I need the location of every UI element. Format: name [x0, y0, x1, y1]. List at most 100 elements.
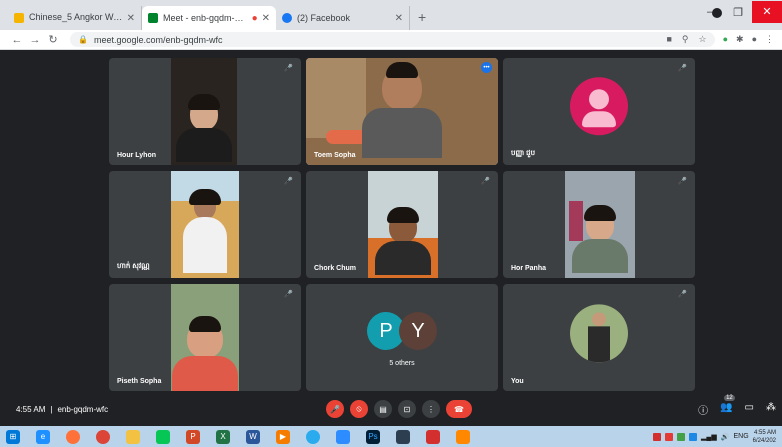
more-options-icon[interactable]: ⋮	[422, 400, 440, 418]
tray-app-icon[interactable]	[689, 432, 698, 441]
extension-icon[interactable]: ●	[723, 34, 728, 45]
taskbar-app[interactable]	[150, 428, 176, 445]
minimize-icon[interactable]: –	[696, 6, 724, 18]
participant-tile[interactable]: 🎤 Hor Panha	[503, 171, 695, 278]
taskbar-clock[interactable]: 4:55 AM 6/24/202	[753, 429, 776, 445]
puzzle-icon[interactable]: ✱	[736, 34, 744, 45]
people-icon[interactable]: 👥 12	[720, 395, 735, 417]
participant-tile[interactable]: 🎤 បញ្ញា ជួប	[503, 58, 695, 165]
volume-icon[interactable]: 🔊	[721, 433, 730, 441]
participant-name: ហាក់ សុវណ្ណ	[117, 263, 150, 270]
hair	[188, 94, 220, 110]
activities-icon[interactable]: ⁂	[766, 402, 776, 417]
meeting-details: 4:55 AM | enb-gqdm-wfc	[16, 405, 108, 414]
meeting-time: 4:55 AM	[16, 405, 46, 414]
taskbar-app[interactable]: Ps	[360, 428, 386, 445]
word-icon: W	[246, 429, 260, 444]
tab-chinese[interactable]: Chinese_5 Angkor Wat: សិស្ស... ✕	[8, 6, 142, 30]
participant-name: បញ្ញា ជួប	[511, 150, 536, 157]
participant-tile[interactable]: 🎤 Hour Lyhon	[109, 58, 301, 165]
participant-tile[interactable]: 🎤 Piseth Sopha	[109, 284, 301, 391]
participant-tile[interactable]: 🎤 ហាក់ សុវណ្ណ	[109, 171, 301, 278]
close-window-icon[interactable]: ✕	[752, 1, 782, 23]
video-feed	[171, 171, 239, 278]
clock-date: 6/24/202	[752, 437, 776, 444]
network-icon[interactable]: ▂▄▆	[701, 433, 717, 441]
person	[572, 205, 628, 273]
photo-figure	[592, 311, 606, 326]
taskbar-app[interactable]	[450, 428, 476, 445]
person	[172, 316, 238, 391]
new-tab-button[interactable]: +	[410, 9, 434, 30]
acrobat-icon	[426, 429, 440, 444]
participant-tile[interactable]: 🎤 Chork Chum	[306, 171, 498, 278]
bookmark-star-icon[interactable]: ☆	[699, 34, 707, 45]
file-explorer-icon	[126, 429, 140, 444]
tab-facebook[interactable]: (2) Facebook ✕	[276, 6, 410, 30]
taskbar-app[interactable]: P	[180, 428, 206, 445]
taskbar-app[interactable]	[90, 428, 116, 445]
leave-call-icon[interactable]: ☎	[446, 400, 472, 418]
menu-icon[interactable]: ⋮	[765, 34, 774, 45]
mic-off-icon: 🎤	[284, 291, 293, 298]
tray-app-icon[interactable]	[653, 432, 662, 441]
taskbar-app[interactable]: W	[240, 428, 266, 445]
zoom-icon[interactable]: ⚲	[682, 34, 689, 45]
call-controls-bar: 4:55 AM | enb-gqdm-wfc 🎤 ⦸ ▤ ⊡ ⋮ ☎ ⓘ 👥 12…	[0, 394, 782, 426]
avatar-icon[interactable]: ●	[752, 34, 757, 45]
taskbar-app[interactable]	[60, 428, 86, 445]
tab-title: Meet - enb-gqdm-wfc	[163, 13, 248, 23]
participant-tile[interactable]: ••• Toem Sopha	[306, 58, 498, 165]
taskbar-app[interactable]	[300, 428, 326, 445]
shirt	[362, 108, 442, 158]
avatar-body	[582, 110, 616, 127]
present-screen-icon[interactable]: ⊡	[398, 400, 416, 418]
forward-icon[interactable]: →	[26, 34, 44, 46]
tray-app-icon[interactable]	[665, 432, 674, 441]
mic-off-icon: 🎤	[284, 178, 293, 185]
participant-tile-self[interactable]: 🎤 You	[503, 284, 695, 391]
back-icon[interactable]: ←	[8, 34, 26, 46]
participant-name: Toem Sopha	[314, 152, 356, 159]
video-feed	[565, 171, 635, 278]
mic-toggle-icon[interactable]: 🎤	[326, 400, 344, 418]
powerpoint-icon: P	[186, 429, 200, 444]
others-count-label: 5 others	[389, 360, 415, 367]
taskbar-app[interactable]	[330, 428, 356, 445]
language-indicator[interactable]: ENG	[733, 433, 748, 440]
tab-meet[interactable]: Meet - enb-gqdm-wfc ● ✕	[142, 6, 276, 30]
participant-name: Hour Lyhon	[117, 152, 157, 159]
camera-toggle-icon[interactable]: ⦸	[350, 400, 368, 418]
angkor-favicon-icon	[14, 13, 24, 23]
close-tab-icon[interactable]: ✕	[395, 13, 403, 24]
shirt	[172, 356, 238, 391]
taskbar-app[interactable]	[120, 428, 146, 445]
taskbar-app[interactable]	[420, 428, 446, 445]
meeting-code: enb-gqdm-wfc	[57, 405, 109, 414]
taskbar-app[interactable]: e	[30, 428, 56, 445]
tray-app-icon[interactable]	[677, 432, 686, 441]
mic-off-icon: 🎤	[678, 65, 687, 72]
close-tab-icon[interactable]: ✕	[262, 13, 270, 24]
extensions: ● ✱ ● ⋮	[723, 34, 774, 45]
chat-icon[interactable]: ▭	[745, 402, 754, 417]
reload-icon[interactable]: ↻	[44, 33, 62, 46]
participant-tile-others[interactable]: P Y 5 others	[306, 284, 498, 391]
taskbar-app[interactable]	[390, 428, 416, 445]
participant-count: 12	[724, 395, 735, 401]
side-controls: ⓘ 👥 12 ▭ ⁂	[698, 395, 776, 417]
facebook-favicon-icon	[282, 13, 292, 23]
info-icon[interactable]: ⓘ	[698, 402, 708, 417]
close-tab-icon[interactable]: ✕	[127, 13, 135, 24]
media-player-icon: ▶	[276, 429, 290, 444]
taskbar-app[interactable]: ▶	[270, 428, 296, 445]
camera-icon[interactable]: ■	[666, 34, 671, 45]
line-icon	[156, 429, 170, 444]
taskbar-app[interactable]: X	[210, 428, 236, 445]
captions-icon[interactable]: ▤	[374, 400, 392, 418]
address-bar[interactable]: 🔒 meet.google.com/enb-gqdm-wfc ■ ⚲ ☆	[70, 32, 715, 47]
avatar-initial: Y	[399, 312, 437, 350]
start-button[interactable]: ⊞	[0, 428, 26, 445]
person	[176, 94, 232, 162]
maximize-icon[interactable]: ❐	[724, 6, 752, 19]
